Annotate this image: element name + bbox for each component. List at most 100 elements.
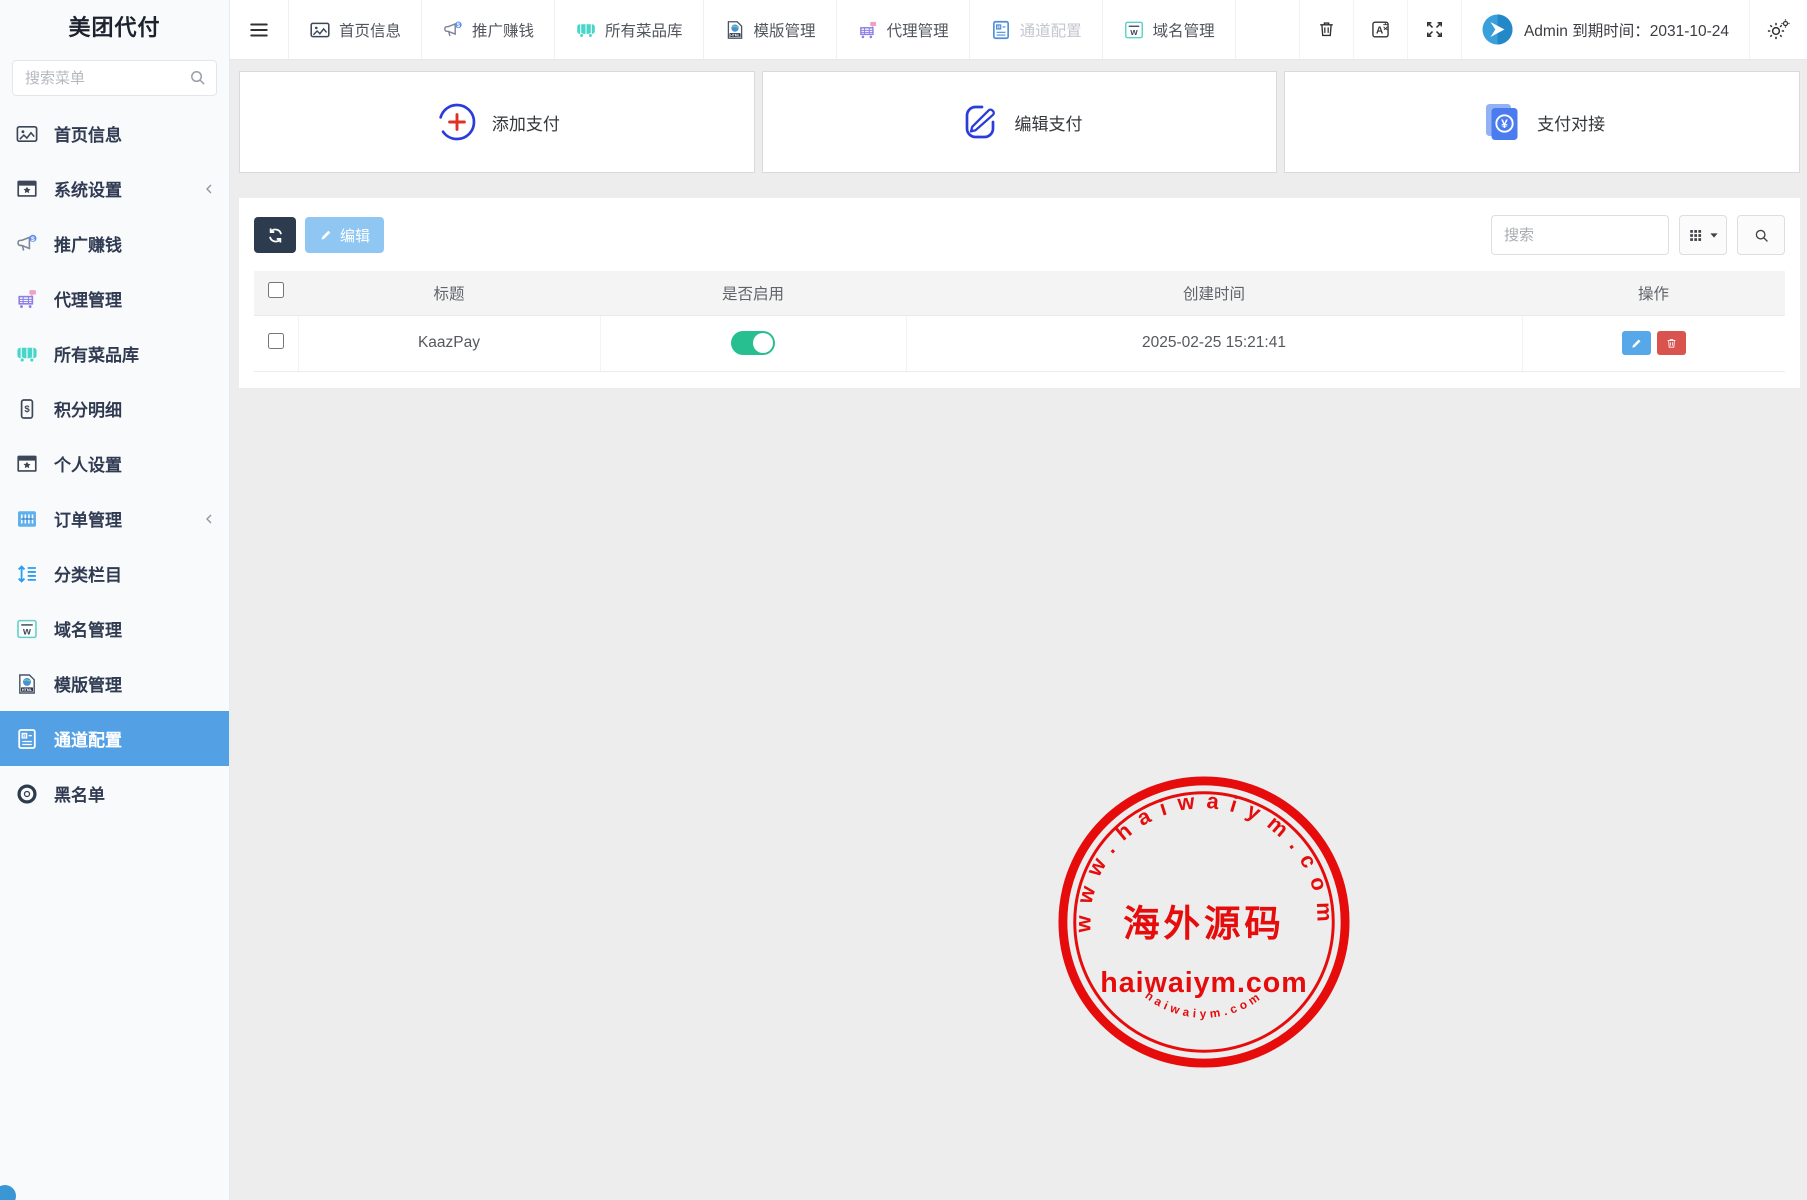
system-window-icon (15, 452, 39, 476)
sidebar-item-label: 订单管理 (54, 506, 122, 531)
tab-1[interactable]: $推广赚钱 (421, 0, 554, 59)
gears-icon (1766, 18, 1791, 41)
settings-gear-button[interactable] (1749, 0, 1807, 59)
edit-button[interactable]: 编辑 (305, 217, 384, 253)
main-content: 添加支付 编辑支付 ¥支付对接 编辑 (230, 60, 1807, 1200)
refresh-icon (266, 226, 285, 245)
agent-cart-icon (857, 19, 879, 41)
menu-search (12, 60, 217, 96)
domain-w-icon: w (15, 617, 39, 641)
points-phone-icon: $ (15, 397, 39, 421)
tab-3[interactable]: HTML模版管理 (703, 0, 836, 59)
fullscreen-button[interactable] (1407, 0, 1461, 59)
select-all-checkbox[interactable] (268, 282, 284, 298)
sidebar-item-label: 所有菜品库 (54, 341, 139, 366)
table-search-input[interactable] (1491, 215, 1669, 255)
svg-text:A: A (1376, 26, 1383, 37)
clear-cache-button[interactable] (1299, 0, 1353, 59)
column-header: 操作 (1522, 271, 1785, 315)
sidebar-item-label: 首页信息 (54, 121, 122, 146)
sidebar-toggle-button[interactable] (230, 0, 288, 59)
edit-button-label: 编辑 (340, 225, 370, 246)
table-panel: 编辑 标题是否启用创建时间操作 (239, 198, 1800, 388)
chevron-down-icon (1709, 230, 1719, 240)
dishes-truck-icon (575, 19, 597, 41)
channel-doc-icon: $ (990, 19, 1012, 41)
svg-text:w: w (22, 626, 31, 637)
tab-5[interactable]: $ 通道配置 (969, 0, 1102, 59)
add-payment-icon (434, 99, 480, 145)
sidebar-item-label: 黑名单 (54, 781, 105, 806)
user-menu[interactable]: Admin 到期时间：2031-10-24 (1461, 0, 1749, 59)
svg-text:¥: ¥ (1501, 117, 1508, 131)
homepage-image-icon (15, 122, 39, 146)
search-button[interactable] (1737, 215, 1785, 255)
sidebar-item-2[interactable]: $推广赚钱 (0, 216, 229, 271)
sidebar: 美团代付 首页信息系统设置$推广赚钱代理管理所有菜品库$积分明细个人设置订单管理… (0, 0, 230, 1200)
sidebar-item-7[interactable]: 订单管理 (0, 491, 229, 546)
channels-table: 标题是否启用创建时间操作 KaazPay2025-02-25 15:21:41 (254, 271, 1785, 372)
column-header: 标题 (298, 271, 600, 315)
enable-toggle[interactable] (731, 331, 775, 355)
quick-action-cards: 添加支付 编辑支付 ¥支付对接 (239, 71, 1800, 173)
menu-search-input[interactable] (12, 60, 217, 96)
card-label: 编辑支付 (1015, 110, 1083, 135)
sidebar-menu: 首页信息系统设置$推广赚钱代理管理所有菜品库$积分明细个人设置订单管理分类栏目w… (0, 106, 229, 821)
row-delete-button[interactable] (1657, 331, 1686, 355)
card-2[interactable]: ¥支付对接 (1284, 71, 1800, 173)
megaphone-icon: $ (442, 19, 464, 41)
sidebar-item-1[interactable]: 系统设置 (0, 161, 229, 216)
payment-dock-icon: ¥ (1479, 99, 1525, 145)
search-icon (1753, 227, 1770, 244)
svg-text:HTML: HTML (730, 33, 739, 37)
navbar-right: A Admin 到期时间：2031-10-24 (1299, 0, 1807, 59)
sidebar-item-12[interactable]: 黑名单 (0, 766, 229, 821)
sidebar-item-label: 通道配置 (54, 726, 122, 751)
row-edit-button[interactable] (1622, 331, 1651, 355)
trash-icon (1665, 337, 1678, 350)
tab-label: 通道配置 (1020, 19, 1082, 41)
sidebar-item-4[interactable]: 所有菜品库 (0, 326, 229, 381)
sidebar-item-6[interactable]: 个人设置 (0, 436, 229, 491)
table-row: KaazPay2025-02-25 15:21:41 (254, 315, 1785, 371)
channel-doc-icon: $ (15, 727, 39, 751)
tab-6[interactable]: w域名管理 (1102, 0, 1236, 59)
sidebar-item-label: 模版管理 (54, 671, 122, 696)
fullscreen-icon (1424, 19, 1445, 40)
refresh-button[interactable] (254, 217, 296, 253)
chevron-left-icon (201, 181, 217, 197)
sidebar-item-label: 推广赚钱 (54, 231, 122, 256)
trash-icon (1316, 19, 1337, 40)
card-0[interactable]: 添加支付 (239, 71, 755, 173)
translate-button[interactable]: A (1353, 0, 1407, 59)
sidebar-item-5[interactable]: $积分明细 (0, 381, 229, 436)
sidebar-item-11[interactable]: $ 通道配置 (0, 711, 229, 766)
chevron-left-icon (201, 511, 217, 527)
sidebar-item-8[interactable]: 分类栏目 (0, 546, 229, 601)
sidebar-item-0[interactable]: 首页信息 (0, 106, 229, 161)
table-body: KaazPay2025-02-25 15:21:41 (254, 315, 1785, 371)
template-html-icon: HTML (724, 19, 746, 41)
columns-button[interactable] (1679, 215, 1727, 255)
sidebar-item-9[interactable]: w域名管理 (0, 601, 229, 656)
tab-2[interactable]: 所有菜品库 (554, 0, 703, 59)
sort-category-icon (15, 562, 39, 586)
sidebar-item-3[interactable]: 代理管理 (0, 271, 229, 326)
svg-text:w: w (1129, 27, 1138, 37)
tab-label: 代理管理 (887, 19, 949, 41)
grid-icon (1688, 227, 1705, 244)
svg-text:HTML: HTML (22, 687, 33, 691)
agent-cart-icon (15, 287, 39, 311)
navbar: 首页信息$推广赚钱所有菜品库HTML模版管理 代理管理 $ 通道配置 w域名管理 A A… (230, 0, 1807, 60)
search-icon (188, 68, 207, 87)
tab-4[interactable]: 代理管理 (836, 0, 969, 59)
card-1[interactable]: 编辑支付 (762, 71, 1278, 173)
blacklist-ring-icon (15, 782, 39, 806)
tab-0[interactable]: 首页信息 (288, 0, 421, 59)
pencil-icon (1630, 337, 1643, 350)
domain-w-icon: w (1123, 19, 1145, 41)
row-checkbox[interactable] (268, 333, 284, 349)
sidebar-item-10[interactable]: HTML 模版管理 (0, 656, 229, 711)
table-toolbar: 编辑 (254, 215, 1785, 255)
sidebar-item-label: 系统设置 (54, 176, 122, 201)
